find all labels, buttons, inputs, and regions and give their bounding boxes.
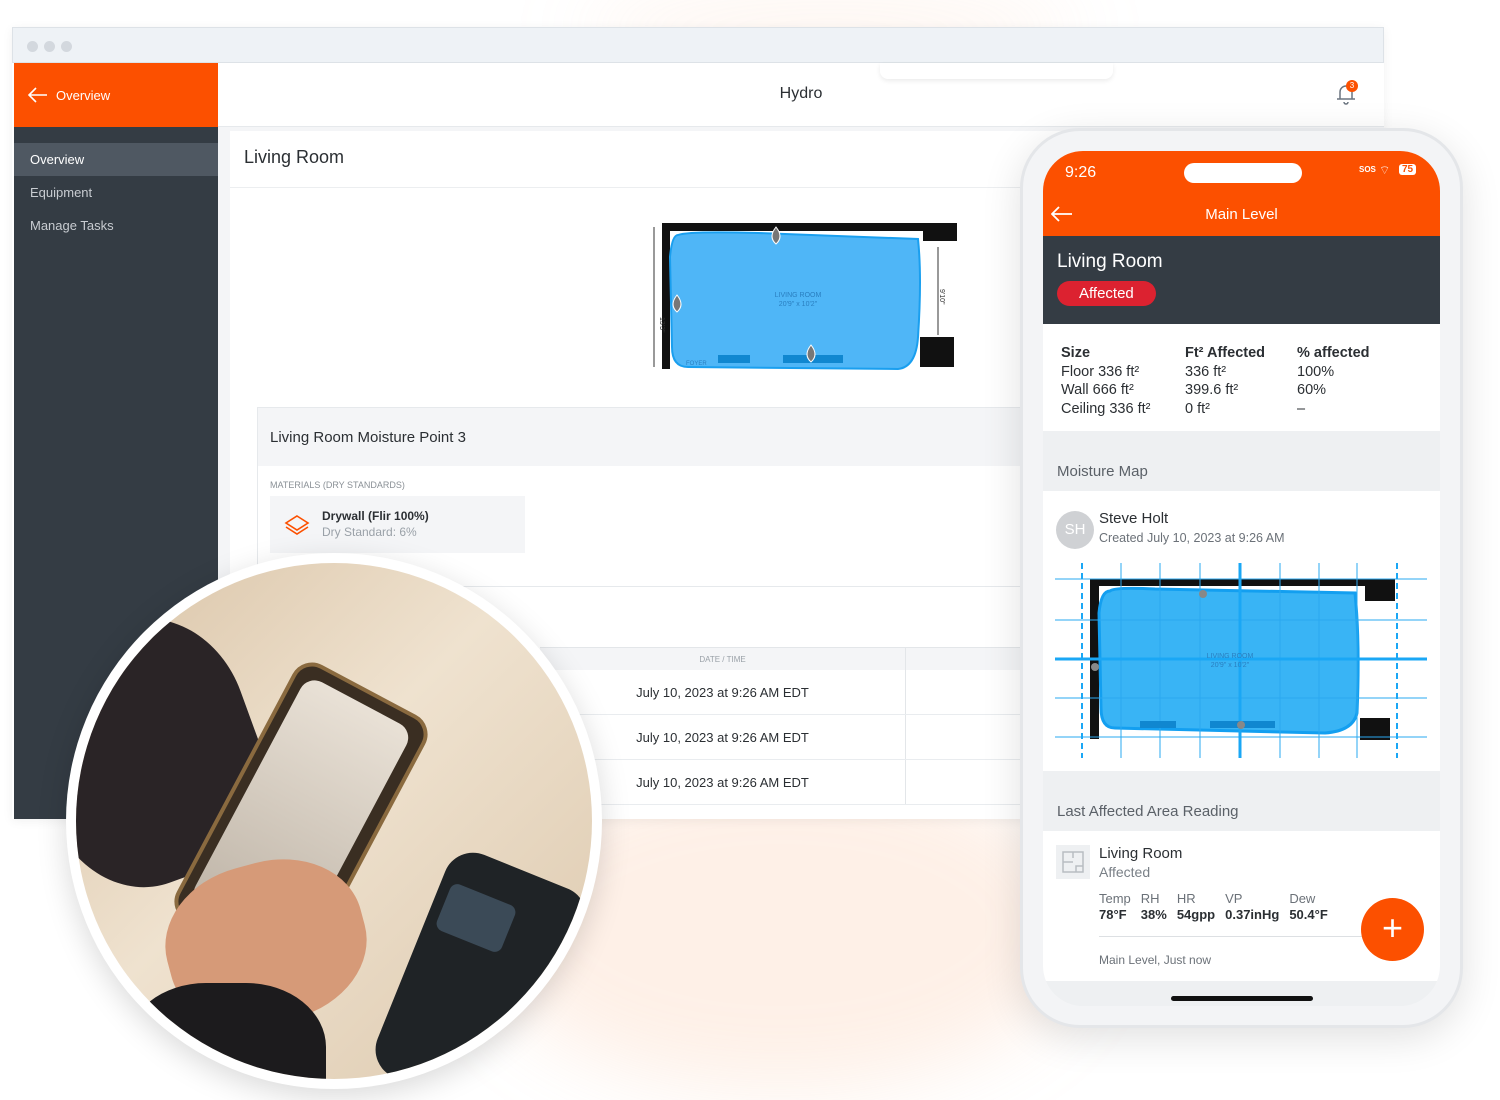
reading-room: Living Room [1099,845,1183,862]
floorplan-thumb-icon [1056,845,1090,879]
notification-badge: 3 [1346,80,1358,92]
created-date: Created July 10, 2023 at 9:26 AM [1099,531,1285,545]
metric-label: RH [1140,891,1160,906]
stat-header: Size [1061,345,1091,361]
status-badge: Affected [1057,281,1156,306]
back-overview-button[interactable]: Overview [14,63,218,127]
stat-value: – [1297,400,1306,417]
room-stats: Size Floor 336 ft² Wall 666 ft² Ceiling 336… [1043,324,1440,431]
stat-value: 336 ft² [1185,363,1227,380]
col-header-date[interactable]: DATE / TIME [540,648,905,670]
metric-label: Temp [1099,891,1131,906]
reading-footer: Main Level, Just now [1099,953,1212,967]
stat-header: % affected [1297,345,1370,361]
metric-value: 38% [1140,907,1167,922]
material-name: Drywall (Flir 100%) [322,508,429,523]
left-dim: 13'3" [658,317,665,333]
top-bar: Hydro 3 [218,63,1384,127]
sidebar-item-overview[interactable]: Overview [14,143,218,176]
material-item[interactable]: Drywall (Flir 100%) Dry Standard: 6% [270,496,525,553]
room-label: LIVING ROOM [775,292,822,299]
page-title: Living Room [244,147,345,167]
battery-indicator: 75 [1399,164,1417,175]
last-reading-label: Last Affected Area Reading [1057,803,1239,820]
phone-header: 9:26 SOS ⌔ 75 Main Level [1043,151,1440,236]
plus-icon: + [1381,907,1404,948]
window-dot[interactable] [27,41,38,52]
room-dims: 20'9" x 10'2" [779,301,818,308]
title-bar [12,27,1384,63]
room-dims: 20'9" x 10'2" [1211,662,1250,669]
reading-metrics: Temp 78°F RH 38% HR 54gpp VP 0.37inHg Dew 50.… [1099,891,1328,924]
metric-value: 78°F [1099,907,1127,922]
reading-status: Affected [1099,864,1151,880]
metric-label: VP [1225,891,1243,906]
room-name: Living Room [1057,251,1163,272]
stat-value: 399.6 ft² [1185,382,1239,398]
sos-label: SOS [1359,165,1376,174]
dynamic-island [1184,163,1302,183]
metric-value: 54gpp [1176,907,1216,922]
moisture-map-floorplan[interactable]: LIVING ROOM 20'9" x 10'2" [1055,563,1427,758]
metric-label: HR [1176,891,1196,906]
stat-value: Floor 336 ft² [1061,363,1140,380]
foyer-label: FOYER [686,361,707,367]
stat-value: 60% [1297,382,1327,398]
moisture-map-card[interactable]: SH Steve Holt Created July 10, 2023 at 9… [1043,491,1440,771]
nav-title: Main Level [1205,206,1278,223]
cell-date: July 10, 2023 at 9:26 AM EDT [636,685,809,700]
layers-icon [284,514,310,535]
sidebar-item-manage-tasks[interactable]: Manage Tasks [14,209,218,242]
stat-value: 0 ft² [1185,400,1210,417]
avatar: SH [1056,511,1094,549]
moisture-map-label: Moisture Map [1057,463,1148,480]
last-reading-card[interactable]: Living Room Affected Temp 78°F RH 38% HR 54… [1043,831,1440,981]
cell-date: July 10, 2023 at 9:26 AM EDT [636,730,809,745]
right-dim: 9'10" [938,289,945,305]
stat-value: Ceiling 336 ft² [1061,400,1151,417]
room-label: LIVING ROOM [1207,653,1254,660]
floorplan[interactable]: LIVING ROOM 20'9" x 10'2" 13'3" 9'10" FO… [648,217,968,372]
room-header: Living Room Affected [1043,236,1440,324]
stat-value: 100% [1297,363,1335,380]
sidebar-item-equipment[interactable]: Equipment [14,176,218,209]
phone-mockup: 9:26 SOS ⌔ 75 Main Level Living Room Aff… [1020,128,1463,1028]
metric-label: Dew [1289,891,1316,906]
material-standard: Dry Standard: 6% [322,524,417,539]
stat-value: Wall 666 ft² [1061,382,1134,398]
status-time: 9:26 [1065,164,1097,181]
wifi-icon: ⌔ [1379,163,1391,177]
window-dot[interactable] [61,41,72,52]
metric-value: 0.37inHg [1225,907,1280,922]
metric-value: 50.4°F [1289,907,1328,922]
author-name: Steve Holt [1099,510,1169,527]
home-indicator[interactable] [1171,996,1313,1001]
back-label: Overview [56,87,111,103]
app-title: Hydro [779,85,823,102]
arrow-left-icon [28,87,47,103]
dropdown-ghost [880,63,1113,79]
stat-header: Ft² Affected [1185,345,1266,361]
photo-circle [66,553,602,1089]
photo-hands-phone-meter [76,563,592,1079]
add-reading-button[interactable]: + [1361,898,1424,961]
window-dot[interactable] [44,41,55,52]
